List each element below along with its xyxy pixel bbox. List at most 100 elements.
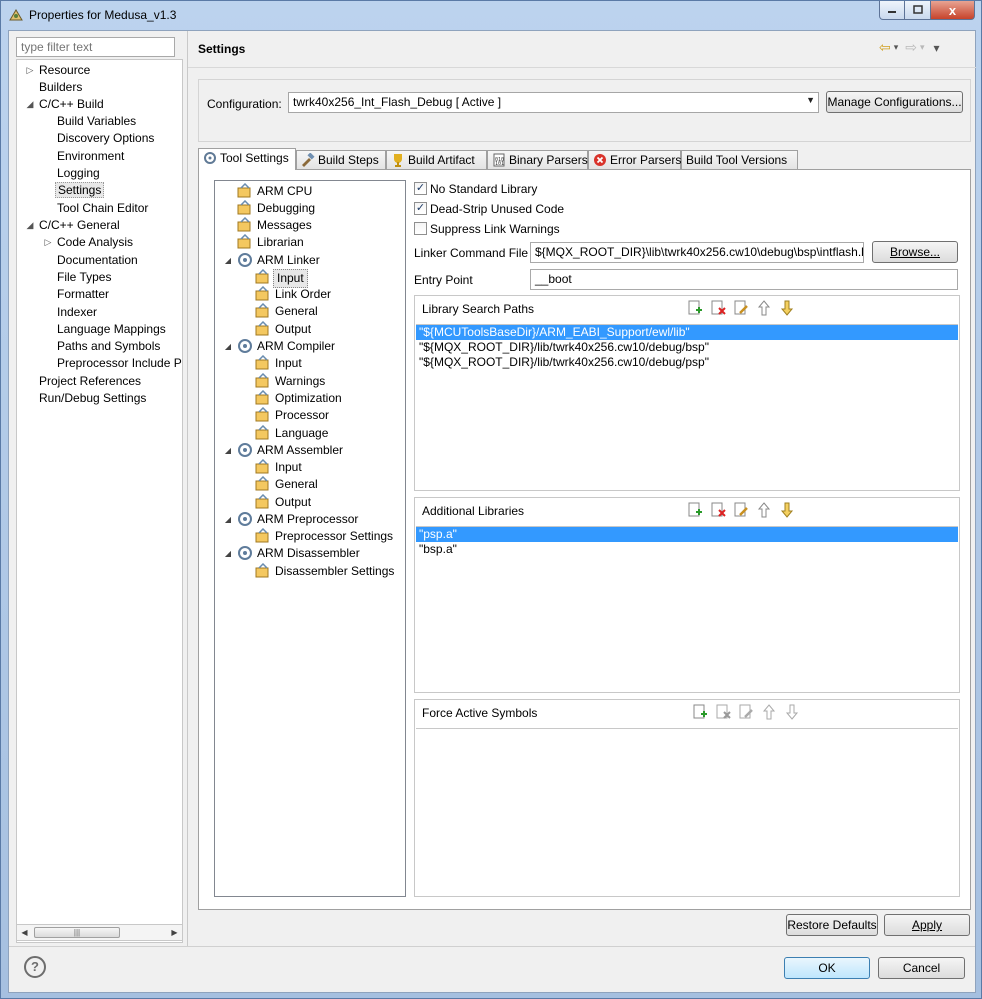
- tab-binary-parsers[interactable]: 010 101 Binary Parsers: [487, 150, 588, 169]
- maximize-button[interactable]: [905, 1, 931, 20]
- list-item[interactable]: "${MQX_ROOT_DIR}/lib/twrk40x256.cw10/deb…: [416, 355, 958, 370]
- sidebar-item-label: Environment: [57, 149, 125, 163]
- sidebar-item-formatter[interactable]: Formatter: [57, 286, 109, 303]
- list-item[interactable]: "psp.a": [416, 527, 958, 542]
- sidebar-item-preprocessor-include-paths[interactable]: Preprocessor Include Pa: [57, 355, 182, 372]
- checkbox[interactable]: ✓: [414, 202, 427, 215]
- sidebar-item-label: Settings: [55, 182, 105, 198]
- sidebar-item-project-references[interactable]: Project References: [39, 373, 141, 390]
- additional-libraries-list[interactable]: "psp.a" "bsp.a": [416, 526, 958, 557]
- sidebar-item-builders[interactable]: Builders: [39, 79, 82, 96]
- tool-option-icon: [255, 373, 269, 388]
- manage-configurations-button[interactable]: Manage Configurations...: [826, 91, 963, 113]
- sidebar-item-language-mappings[interactable]: Language Mappings: [57, 321, 166, 338]
- collapse-arrow-icon[interactable]: ◢: [25, 217, 35, 234]
- library-search-paths-list[interactable]: "${MCUToolsBaseDir}/ARM_EABI_Support/ewl…: [416, 324, 958, 370]
- delete-icon[interactable]: [710, 300, 726, 316]
- cancel-button[interactable]: Cancel: [878, 957, 965, 979]
- force-active-symbols-group: Force Active Symbols: [414, 699, 960, 897]
- filter-input[interactable]: [16, 37, 175, 57]
- collapse-arrow-icon[interactable]: ◢: [223, 545, 233, 562]
- tool-item-label: Link Order: [275, 287, 332, 301]
- checkbox[interactable]: [414, 222, 427, 235]
- move-up-icon[interactable]: [756, 502, 772, 518]
- force-active-symbols-list[interactable]: [416, 728, 958, 896]
- entry-point-field[interactable]: __boot: [530, 269, 958, 290]
- build-artifact-icon: [394, 154, 402, 167]
- tool-item-label: Warnings: [275, 374, 326, 388]
- forward-arrow-icon[interactable]: ⇨: [905, 39, 917, 56]
- sidebar-item-build-variables[interactable]: Build Variables: [57, 113, 136, 130]
- edit-icon[interactable]: [733, 300, 749, 316]
- delete-icon[interactable]: [715, 704, 731, 720]
- help-icon[interactable]: ?: [24, 956, 46, 978]
- back-dropdown-icon[interactable]: ▾: [894, 42, 899, 53]
- forward-dropdown-icon[interactable]: ▾: [920, 42, 925, 53]
- tab-tool-settings[interactable]: Tool Settings: [198, 148, 296, 170]
- scrollbar-thumb[interactable]: |||: [34, 927, 120, 938]
- list-item[interactable]: "${MCUToolsBaseDir}/ARM_EABI_Support/ewl…: [416, 325, 958, 340]
- expand-arrow-icon[interactable]: ▷: [43, 234, 53, 251]
- sidebar-item-paths-and-symbols[interactable]: Paths and Symbols: [57, 338, 160, 355]
- tool-settings-panel: ARM CPU Debugging Messages Librarian ◢ A…: [198, 169, 971, 910]
- collapse-arrow-icon[interactable]: ◢: [223, 442, 233, 459]
- close-button[interactable]: x: [931, 1, 975, 20]
- tool-item-label: Librarian: [257, 235, 304, 249]
- sidebar-item-logging[interactable]: Logging: [57, 165, 100, 182]
- restore-defaults-button[interactable]: Restore Defaults: [786, 914, 878, 936]
- move-down-icon[interactable]: [779, 300, 795, 316]
- view-menu-icon[interactable]: ▾: [934, 41, 940, 55]
- configuration-select[interactable]: twrk40x256_Int_Flash_Debug [ Active ] ▼: [288, 92, 819, 113]
- move-up-icon[interactable]: [761, 704, 777, 720]
- expand-arrow-icon[interactable]: ▷: [25, 62, 35, 79]
- sidebar-item-file-types[interactable]: File Types: [57, 269, 111, 286]
- move-up-icon[interactable]: [756, 300, 772, 316]
- sidebar-item-settings[interactable]: Settings: [55, 182, 105, 199]
- maximize-icon: [912, 5, 923, 14]
- sidebar-item-tool-chain-editor[interactable]: Tool Chain Editor: [57, 200, 148, 217]
- tab-build-steps[interactable]: Build Steps: [296, 150, 386, 169]
- scroll-left-icon[interactable]: ◀: [17, 925, 32, 940]
- pane-divider[interactable]: [187, 31, 188, 946]
- collapse-arrow-icon[interactable]: ◢: [25, 96, 35, 113]
- tab-build-artifact[interactable]: Build Artifact: [386, 150, 487, 169]
- sidebar-item-label: Resource: [39, 63, 91, 77]
- browse-button[interactable]: Browse...: [872, 241, 958, 263]
- tool-option-icon: [255, 355, 269, 370]
- sidebar-item-documentation[interactable]: Documentation: [57, 252, 138, 269]
- tool-item-label: Output: [275, 495, 312, 509]
- linker-command-file-field[interactable]: ${MQX_ROOT_DIR}\lib\twrk40x256.cw10\debu…: [530, 242, 864, 263]
- sidebar-item-indexer[interactable]: Indexer: [57, 304, 97, 321]
- tab-error-parsers[interactable]: Error Parsers: [588, 150, 681, 169]
- sidebar-item-label: Logging: [57, 166, 100, 180]
- edit-icon[interactable]: [733, 502, 749, 518]
- ok-button[interactable]: OK: [784, 957, 870, 979]
- add-icon[interactable]: [687, 300, 703, 316]
- minimize-button[interactable]: [879, 1, 905, 20]
- sidebar-horizontal-scrollbar[interactable]: ◀ ||| ▶: [16, 924, 183, 941]
- apply-button[interactable]: Apply: [884, 914, 970, 936]
- tab-build-tool-versions[interactable]: Build Tool Versions: [681, 150, 798, 169]
- add-icon[interactable]: [687, 502, 703, 518]
- edit-icon[interactable]: [738, 704, 754, 720]
- collapse-arrow-icon[interactable]: ◢: [223, 252, 233, 269]
- add-icon[interactable]: [692, 704, 708, 720]
- collapse-arrow-icon[interactable]: ◢: [223, 511, 233, 528]
- move-down-icon[interactable]: [784, 704, 800, 720]
- sidebar-item-discovery-options[interactable]: Discovery Options: [57, 130, 154, 147]
- checkbox[interactable]: ✓: [414, 182, 427, 195]
- delete-icon[interactable]: [710, 502, 726, 518]
- sidebar-item-environment[interactable]: Environment: [57, 148, 124, 165]
- back-arrow-icon[interactable]: ⇦: [879, 39, 891, 56]
- tool-item-label: Disassembler Settings: [275, 564, 395, 578]
- list-item[interactable]: "bsp.a": [416, 542, 958, 557]
- scroll-right-icon[interactable]: ▶: [167, 925, 182, 940]
- sidebar-item-run-debug-settings[interactable]: Run/Debug Settings: [39, 390, 146, 407]
- linker-command-file-label: Linker Command File: [414, 246, 529, 260]
- move-down-icon[interactable]: [779, 502, 795, 518]
- collapse-arrow-icon[interactable]: ◢: [223, 338, 233, 355]
- list-item[interactable]: "${MQX_ROOT_DIR}/lib/twrk40x256.cw10/deb…: [416, 340, 958, 355]
- page-title: Settings: [198, 42, 246, 56]
- tool-item-label: ARM Linker: [257, 253, 320, 267]
- title-bar[interactable]: Properties for Medusa_v1.3 x: [1, 1, 981, 29]
